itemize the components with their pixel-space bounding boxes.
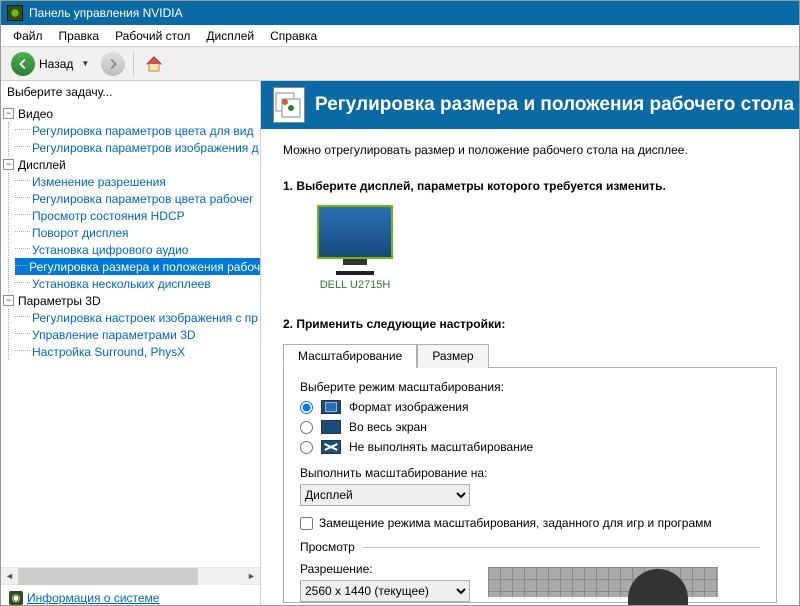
tree-group-3d[interactable]: − Параметры 3D xyxy=(3,292,260,309)
forward-button[interactable] xyxy=(101,52,125,76)
nvidia-icon xyxy=(7,5,23,21)
sidebar-header: Выберите задачу... xyxy=(1,81,260,103)
back-arrow-icon xyxy=(11,52,35,76)
system-info-link[interactable]: Информация о системе xyxy=(27,591,159,605)
menu-edit[interactable]: Правка xyxy=(51,26,108,46)
tree-item-selected[interactable]: Регулировка размера и положения рабоч xyxy=(15,258,260,275)
perform-on-select[interactable]: Дисплей xyxy=(300,484,470,506)
tab-panel-scaling: Выберите режим масштабирования: Формат и… xyxy=(283,368,777,603)
monitor-label: DELL U2715H xyxy=(320,279,391,291)
menu-display[interactable]: Дисплей xyxy=(198,26,262,46)
tree-group-video[interactable]: − Видео xyxy=(3,105,260,122)
radio-noscale-input[interactable] xyxy=(300,441,313,454)
tab-size[interactable]: Размер xyxy=(417,344,488,368)
toolbar: Назад ▼ xyxy=(1,47,799,81)
tree-item[interactable]: Регулировка параметров цвета рабочег xyxy=(15,190,260,207)
task-tree: − Видео Регулировка параметров цвета для… xyxy=(1,103,260,567)
scaling-mode-label: Выберите режим масштабирования: xyxy=(300,380,760,394)
home-button[interactable] xyxy=(142,52,166,76)
tree-item[interactable]: Установка нескольких дисплеев xyxy=(15,275,260,292)
tree-item[interactable]: Регулировка настроек изображения с пр xyxy=(15,309,260,326)
back-label: Назад xyxy=(39,57,73,71)
radio-fullscreen[interactable]: Во весь экран xyxy=(300,420,760,434)
collapse-icon[interactable]: − xyxy=(3,108,14,119)
tree-item[interactable]: Управление параметрами 3D xyxy=(15,326,260,343)
scroll-left-icon[interactable]: ◄ xyxy=(1,568,18,585)
scroll-right-icon[interactable]: ► xyxy=(243,568,260,585)
tree-item[interactable]: Изменение разрешения xyxy=(15,173,260,190)
sidebar: Выберите задачу... − Видео Регулировка п… xyxy=(1,81,261,605)
preview-label: Просмотр xyxy=(300,540,355,554)
tree-item[interactable]: Регулировка параметров цвета для вид xyxy=(15,122,260,139)
tree-item[interactable]: Настройка Surround, PhysX xyxy=(15,343,260,360)
menu-file[interactable]: Файл xyxy=(5,26,51,46)
radio-fullscreen-input[interactable] xyxy=(300,421,313,434)
override-checkbox-row[interactable]: Замещение режима масштабирования, заданн… xyxy=(300,516,760,530)
info-icon: ◉ xyxy=(9,591,23,605)
tab-scaling[interactable]: Масштабирование xyxy=(283,344,417,368)
tabs: Масштабирование Размер xyxy=(283,343,777,368)
titlebar: Панель управления NVIDIA xyxy=(1,1,799,25)
resolution-select[interactable]: 2560 x 1440 (текущее) xyxy=(300,580,470,602)
tree-group-display[interactable]: − Дисплей xyxy=(3,156,260,173)
monitor-icon xyxy=(317,205,393,259)
menubar: Файл Правка Рабочий стол Дисплей Справка xyxy=(1,25,799,47)
scroll-track[interactable] xyxy=(18,568,243,585)
window-title: Панель управления NVIDIA xyxy=(29,6,183,20)
tree-item[interactable]: Поворот дисплея xyxy=(15,224,260,241)
step2-title: 2. Применить следующие настройки: xyxy=(283,317,777,331)
content-pane: Регулировка размера и положения рабочего… xyxy=(261,81,799,605)
noscale-icon xyxy=(321,440,341,454)
aspect-icon xyxy=(321,400,341,414)
radio-aspect-input[interactable] xyxy=(300,401,313,414)
resolution-label: Разрешение: xyxy=(300,562,470,576)
page-title: Регулировка размера и положения рабочего… xyxy=(315,94,794,116)
preview-pattern xyxy=(488,567,718,597)
radio-aspect[interactable]: Формат изображения xyxy=(300,400,760,414)
radio-noscale[interactable]: Не выполнять масштабирование xyxy=(300,440,760,454)
collapse-icon[interactable]: − xyxy=(3,159,14,170)
fullscreen-icon xyxy=(321,420,341,434)
monitor-item[interactable]: DELL U2715H xyxy=(317,205,393,291)
back-dropdown-icon[interactable]: ▼ xyxy=(77,59,93,68)
menu-desktop[interactable]: Рабочий стол xyxy=(107,26,198,46)
override-checkbox[interactable] xyxy=(300,517,313,530)
content-header: Регулировка размера и положения рабочего… xyxy=(261,81,799,129)
tree-item[interactable]: Установка цифрового аудио xyxy=(15,241,260,258)
back-button[interactable]: Назад ▼ xyxy=(7,50,97,78)
horizontal-scrollbar[interactable]: ◄ ► xyxy=(1,567,260,584)
scroll-thumb[interactable] xyxy=(18,568,198,585)
tree-item[interactable]: Просмотр состояния HDCP xyxy=(15,207,260,224)
toolbar-separator xyxy=(133,52,134,76)
step1-title: 1. Выберите дисплей, параметры которого … xyxy=(283,179,777,193)
intro-text: Можно отрегулировать размер и положение … xyxy=(283,143,777,157)
menu-help[interactable]: Справка xyxy=(262,26,325,46)
perform-on-label: Выполнить масштабирование на: xyxy=(300,466,760,480)
tree-item[interactable]: Регулировка параметров изображения д xyxy=(15,139,260,156)
collapse-icon[interactable]: − xyxy=(3,295,14,306)
header-page-icon xyxy=(273,87,305,123)
